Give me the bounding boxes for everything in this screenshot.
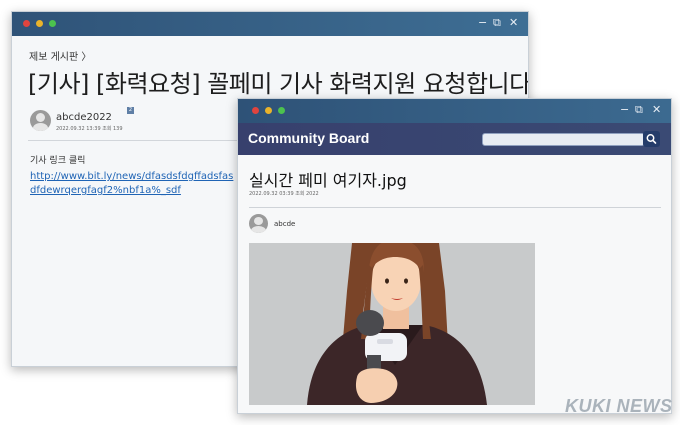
- article-link[interactable]: http://www.bit.ly/news/dfasdsfdgffadsfas…: [30, 170, 235, 198]
- search-input[interactable]: [482, 133, 645, 146]
- front-window-titlebar[interactable]: − ⧉ ✕: [238, 99, 671, 123]
- minimize-icon[interactable]: −: [620, 102, 629, 118]
- divider: [249, 207, 661, 208]
- author-name[interactable]: abcde: [274, 220, 295, 228]
- maximize-dot-icon[interactable]: [278, 107, 285, 114]
- close-dot-icon[interactable]: [23, 20, 30, 27]
- post-body-text: 기사 링크 클릭: [30, 156, 86, 166]
- close-icon[interactable]: ✕: [652, 102, 661, 118]
- restore-icon[interactable]: ⧉: [493, 15, 501, 31]
- comment-count-badge: 2: [127, 107, 134, 114]
- breadcrumb[interactable]: 제보 게시판 〉: [29, 48, 91, 63]
- search-icon: [646, 134, 657, 144]
- minimize-dot-icon[interactable]: [36, 20, 43, 27]
- restore-icon[interactable]: ⧉: [635, 102, 643, 118]
- site-brand[interactable]: Community Board: [248, 130, 369, 146]
- close-dot-icon[interactable]: [252, 107, 259, 114]
- page-title: [기사] [화력요청] 꼴페미 기사 화력지원 요청합니다: [28, 70, 529, 98]
- navbar: Community Board: [238, 123, 671, 155]
- post-meta: 2022.09.32 13:39 조회 139: [56, 126, 123, 132]
- close-icon[interactable]: ✕: [509, 15, 518, 31]
- back-window-titlebar[interactable]: − ⧉ ✕: [12, 12, 528, 36]
- post-meta: 2022.09.32 03:39 조회 2022: [249, 191, 319, 197]
- avatar-icon: [249, 214, 268, 233]
- post-image[interactable]: [249, 243, 535, 405]
- minimize-icon[interactable]: −: [478, 15, 487, 31]
- post-title: 실시간 페미 여기자.jpg: [249, 171, 407, 190]
- minimize-dot-icon[interactable]: [265, 107, 272, 114]
- maximize-dot-icon[interactable]: [49, 20, 56, 27]
- author-name[interactable]: abcde2022: [56, 112, 112, 123]
- front-window: − ⧉ ✕ Community Board 실시간 페미 여기자.jpg 202…: [237, 98, 672, 414]
- reporter-illustration-icon: [249, 243, 535, 405]
- search-button[interactable]: [643, 131, 660, 147]
- watermark-logo: KUKI NEWS: [565, 396, 673, 416]
- avatar-icon: [30, 110, 51, 131]
